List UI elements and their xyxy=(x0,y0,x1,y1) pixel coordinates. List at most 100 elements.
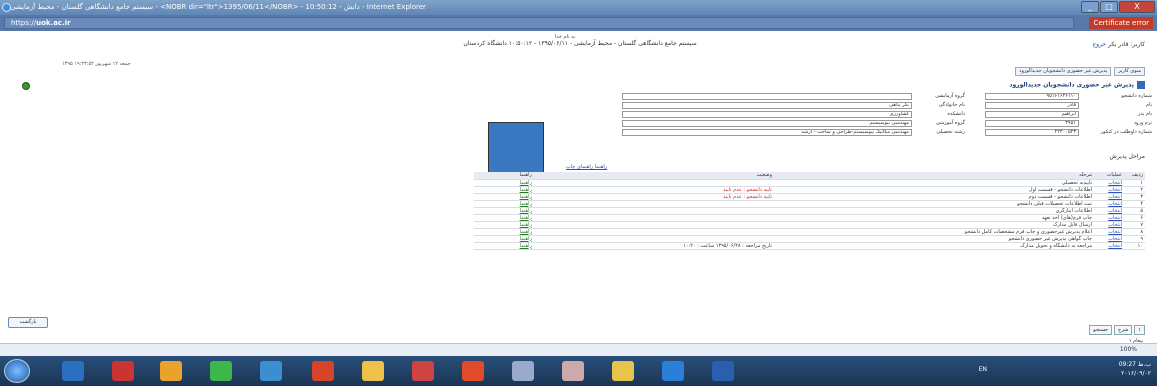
word-taskbar-icon[interactable] xyxy=(712,361,734,381)
zoom-level[interactable]: 100% xyxy=(1120,346,1137,353)
row-help-link[interactable]: راهنما xyxy=(474,242,534,250)
app-taskbar-icon[interactable] xyxy=(462,361,484,381)
row-help-link[interactable]: راهنما xyxy=(474,221,534,229)
field-last-name: بکر پناهی xyxy=(622,102,912,109)
row-help-link[interactable]: راهنما xyxy=(474,179,534,187)
minimize-button[interactable]: _ xyxy=(1081,1,1099,13)
title-bar: سیستم جامع دانشگاهی گلستان - محیط آزمایش… xyxy=(0,0,1157,15)
help-links[interactable]: راهنما راهنمای چاپ xyxy=(566,164,607,170)
app-taskbar-icon[interactable] xyxy=(260,361,282,381)
row-status xyxy=(534,235,774,243)
row-number: ۸ xyxy=(1124,228,1145,236)
field-student-no: ۹۵۱۶۱۶۲۶۱۱۰ xyxy=(985,93,1079,100)
table-row: راهنما تاییدیه تحصیلی انتخاب ۱ xyxy=(474,179,1145,187)
app-taskbar-icon[interactable] xyxy=(412,361,434,381)
app-taskbar-icon[interactable] xyxy=(512,361,534,381)
row-status: تایید دانشجو : عدم تایید xyxy=(534,186,774,194)
field-first-name: قادر xyxy=(985,102,1079,109)
pager-search-button[interactable]: جستجو xyxy=(1089,325,1113,335)
section-icon xyxy=(1137,81,1145,89)
taskbar: EN 09:27 ب.ظ ۲۰۱۶/۰۹/۰۲ xyxy=(0,356,1157,386)
col-stage: مرحله xyxy=(774,172,1094,180)
row-stage: اطلاعات ایثارگری xyxy=(774,207,1094,215)
row-stage: ارسال فایل مدارک xyxy=(774,221,1094,229)
close-button[interactable]: X xyxy=(1119,1,1155,13)
row-stage: تاییدیه تحصیلی xyxy=(774,179,1094,187)
breadcrumb-item[interactable]: پذیرش غیر حضوری دانشجویان جدیدالورود xyxy=(1015,67,1112,76)
row-select-link[interactable]: انتخاب xyxy=(1094,179,1124,187)
url-domain: uok.ac.ir xyxy=(36,19,71,27)
pager-desc-button[interactable]: شرح xyxy=(1114,325,1133,335)
row-number: ۳ xyxy=(1124,193,1145,201)
row-number: ۱۰ xyxy=(1124,242,1145,250)
field-major: مهندسی مکانیک بیوسیستم-طراحی و ساخت - ار… xyxy=(622,129,912,136)
field-department: مهندسی بیوسیستم xyxy=(622,120,912,127)
row-select-link[interactable]: انتخاب xyxy=(1094,214,1124,222)
url-field[interactable]: https://uok.ac.ir xyxy=(4,17,1074,29)
back-button[interactable]: بازگشت xyxy=(8,317,48,328)
page-content: به نام خدا سیستم جامع دانشگاهی گلستان - … xyxy=(0,31,1157,344)
status-bar: 100% xyxy=(0,343,1157,356)
label-department: گروه آموزشی xyxy=(935,120,965,126)
ie-taskbar-icon[interactable] xyxy=(62,361,84,381)
row-help-link[interactable]: راهنما xyxy=(474,186,534,194)
label-father-name: نام پدر xyxy=(1137,111,1152,117)
table-row: راهنما تایید دانشجو : عدم تایید اطلاعات دا… xyxy=(474,193,1145,201)
row-help-link[interactable]: راهنما xyxy=(474,228,534,236)
label-entry-term: ترم ورود xyxy=(1133,120,1152,126)
row-stage: اعلام پذیرش غیرحضوری و چاپ فرم مشخصات کا… xyxy=(774,228,1094,236)
row-select-link[interactable]: انتخاب xyxy=(1094,200,1124,208)
row-select-link[interactable]: انتخاب xyxy=(1094,228,1124,236)
ie-active-taskbar-icon[interactable] xyxy=(662,361,684,381)
student-photo xyxy=(488,122,544,178)
certificate-error-badge[interactable]: Certificate error xyxy=(1089,17,1153,29)
row-select-link[interactable]: انتخاب xyxy=(1094,186,1124,194)
status-ok-icon xyxy=(22,82,30,90)
row-select-link[interactable]: انتخاب xyxy=(1094,207,1124,215)
col-row: ردیف xyxy=(1124,172,1145,180)
user-info: کاربر: قادر بکر خروج xyxy=(1092,41,1145,48)
row-help-link[interactable]: راهنما xyxy=(474,235,534,243)
app-taskbar-icon[interactable] xyxy=(312,361,334,381)
start-button[interactable] xyxy=(4,359,30,383)
clock[interactable]: 09:27 ب.ظ ۲۰۱۶/۰۹/۰۲ xyxy=(1119,360,1151,378)
pager: جستجو شرح ۱ xyxy=(1089,325,1145,335)
row-stage: مراجعه به دانشگاه و تحویل مدارک xyxy=(774,242,1094,250)
row-status xyxy=(534,228,774,236)
section-title: پذیرش غیر حضوری دانشجویان جدیدالورود xyxy=(1009,81,1145,91)
breadcrumb-item[interactable]: منوی کاربر xyxy=(1114,67,1145,76)
row-help-link[interactable]: راهنما xyxy=(474,207,534,215)
label-major: رشته تحصیلی xyxy=(936,129,965,135)
app-taskbar-icon[interactable] xyxy=(362,361,384,381)
browser-window: سیستم جامع دانشگاهی گلستان - محیط آزمایش… xyxy=(0,0,1157,386)
table-row: راهنما چاپ فرم(های) اخذ تعهد انتخاب ۶ xyxy=(474,214,1145,222)
row-select-link[interactable]: انتخاب xyxy=(1094,242,1124,250)
app-taskbar-icon[interactable] xyxy=(562,361,584,381)
app-taskbar-icon[interactable] xyxy=(112,361,134,381)
row-status: تایید دانشجو : عدم تایید xyxy=(534,193,774,201)
user-name: کاربر: قادر بکر xyxy=(1108,41,1145,48)
col-status: وضعیت xyxy=(534,172,774,180)
field-father-name: ابراهیم xyxy=(985,111,1079,118)
chrome-taskbar-icon[interactable] xyxy=(160,361,182,381)
maximize-button[interactable]: □ xyxy=(1100,1,1118,13)
table-row: راهنما ارسال فایل مدارک انتخاب ۷ xyxy=(474,221,1145,229)
label-student-no: شماره دانشجو xyxy=(1121,93,1152,99)
row-select-link[interactable]: انتخاب xyxy=(1094,235,1124,243)
row-help-link[interactable]: راهنما xyxy=(474,193,534,201)
stages-table: راهنما وضعیت مرحله عملیات ردیف راهنما تای… xyxy=(474,172,1145,250)
app-taskbar-icon[interactable] xyxy=(210,361,232,381)
language-indicator[interactable]: EN xyxy=(979,366,987,373)
row-help-link[interactable]: راهنما xyxy=(474,214,534,222)
pager-page-button[interactable]: ۱ xyxy=(1134,325,1145,335)
row-select-link[interactable]: انتخاب xyxy=(1094,221,1124,229)
folder-taskbar-icon[interactable] xyxy=(612,361,634,381)
label-faculty: دانشکده xyxy=(947,111,965,117)
logout-link[interactable]: خروج xyxy=(1092,41,1106,48)
row-number: ۲ xyxy=(1124,186,1145,194)
row-select-link[interactable]: انتخاب xyxy=(1094,193,1124,201)
table-row: راهنما تاریخ مراجعه : ۱۳۹۵/۰۶/۲۸ ساعت : ۱… xyxy=(474,242,1145,250)
col-help: راهنما xyxy=(474,172,534,180)
row-number: ۷ xyxy=(1124,221,1145,229)
row-help-link[interactable]: راهنما xyxy=(474,200,534,208)
